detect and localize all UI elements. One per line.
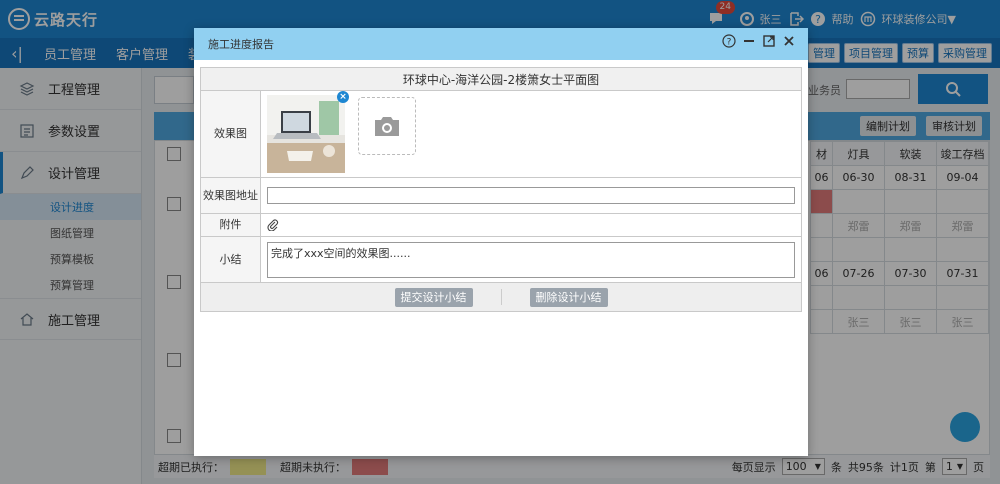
effect-image-row: 效果图 × [201, 91, 801, 178]
effect-image-thumbnail[interactable] [267, 95, 345, 173]
minimize-icon[interactable] [742, 34, 756, 48]
dialog-title: 施工进度报告 [208, 38, 274, 51]
attachment-row: 附件 [201, 214, 801, 237]
summary-textarea[interactable]: 完成了xxx空间的效果图...... [267, 241, 795, 278]
progress-report-dialog: 施工进度报告 ? 环球中心-海洋公园-2楼箫女士平面图 效果图 × 效果图地址 … [194, 28, 808, 456]
submit-summary-button[interactable]: 提交设计小结 [394, 287, 473, 307]
form-actions: 提交设计小结 删除设计小结 [201, 283, 801, 311]
remove-image-icon[interactable]: × [337, 91, 349, 103]
upload-image-button[interactable] [358, 97, 416, 155]
delete-summary-button[interactable]: 删除设计小结 [529, 287, 608, 307]
maximize-icon[interactable] [762, 34, 776, 48]
design-summary-form: 环球中心-海洋公园-2楼箫女士平面图 效果图 × 效果图地址 附件 小结 完成了… [200, 67, 802, 312]
paperclip-icon[interactable] [267, 219, 279, 231]
close-icon[interactable] [782, 34, 796, 48]
summary-row: 小结 完成了xxx空间的效果图...... [201, 237, 801, 283]
effect-url-input[interactable] [267, 187, 795, 204]
form-title: 环球中心-海洋公园-2楼箫女士平面图 [201, 68, 801, 91]
help-icon[interactable]: ? [722, 34, 736, 48]
laptop-photo-icon [267, 95, 345, 173]
effect-url-row: 效果图地址 [201, 178, 801, 214]
dialog-header: 施工进度报告 ? [194, 28, 808, 60]
summary-label: 小结 [201, 237, 261, 282]
attachment-label: 附件 [201, 214, 261, 236]
camera-icon [375, 117, 399, 136]
effect-image-label: 效果图 [201, 91, 261, 177]
effect-url-label: 效果图地址 [201, 178, 261, 213]
divider [500, 289, 502, 305]
svg-text:?: ? [727, 38, 732, 48]
